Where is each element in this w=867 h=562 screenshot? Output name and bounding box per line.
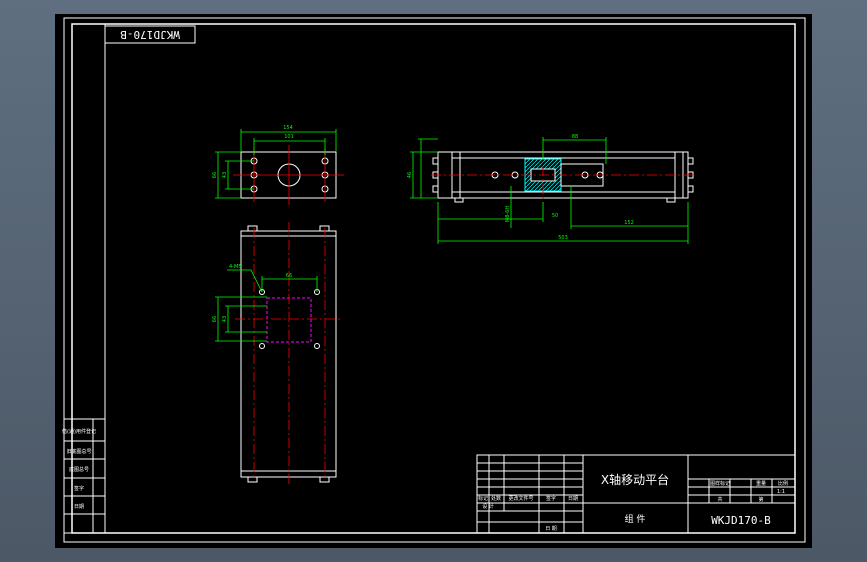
tb-right-label-0: 图样标记 bbox=[710, 480, 730, 487]
left-registration-table bbox=[63, 418, 106, 534]
tb-right-label-1: 重量 bbox=[756, 480, 766, 487]
tb-subtitle: 组 件 bbox=[625, 513, 646, 525]
tb-sheet-num: 第 bbox=[758, 496, 763, 503]
top-width-inner: 101 bbox=[284, 134, 294, 140]
side-dim-h: 66 bbox=[286, 273, 292, 279]
left-table-cell-2: 底图总号 bbox=[69, 466, 89, 473]
code-box-rotated: WKJD170-B bbox=[104, 25, 196, 44]
tb-sheet-total: 共 bbox=[717, 496, 722, 503]
tb-code: WKJD170-B bbox=[711, 514, 771, 527]
side-dim-v-inner: 43 bbox=[222, 316, 228, 322]
tb-label-doc: 更改文件号 bbox=[508, 495, 533, 502]
front-view: 88 46 50 152 503 M8-6H bbox=[407, 134, 695, 244]
top-view: 154 101 66 43 bbox=[212, 125, 344, 205]
top-height-inner: 43 bbox=[222, 172, 228, 178]
top-width-outer: 154 bbox=[283, 125, 293, 131]
side-dim-v-outer: 66 bbox=[212, 316, 218, 322]
cad-drawing-canvas[interactable]: WKJD170-B 154 101 66 43 66 66 43 4-M5 88… bbox=[55, 14, 812, 548]
left-table-cell-1: 旧底图总号 bbox=[66, 448, 91, 455]
front-dim-top: 88 bbox=[572, 134, 578, 140]
left-table-cell-4: 日期 bbox=[74, 504, 84, 510]
tb-label-count: 处数 bbox=[491, 495, 501, 502]
left-table-cell-0: 借(通)用件登记 bbox=[62, 428, 96, 435]
drawing-svg: WKJD170-B 154 101 66 43 66 66 43 4-M5 88… bbox=[62, 17, 806, 543]
tb-date-label: 日 期 bbox=[545, 526, 557, 532]
tb-right-label-2: 比例 bbox=[778, 480, 788, 487]
tb-label-sign: 签字 bbox=[546, 495, 556, 502]
side-view: 66 66 43 4-M5 bbox=[212, 222, 343, 484]
front-dim-left: 46 bbox=[407, 172, 413, 178]
front-dim-inner: 50 bbox=[552, 213, 558, 219]
left-table-cell-3: 签字 bbox=[74, 485, 84, 492]
side-callout: 4-M5 bbox=[229, 264, 241, 270]
tb-label-date: 日期 bbox=[568, 496, 578, 502]
tb-scale: 1:1 bbox=[777, 489, 785, 495]
tb-title: X轴移动平台 bbox=[601, 472, 669, 487]
front-thread: M8-6H bbox=[505, 206, 511, 222]
sheet-frame bbox=[63, 17, 806, 543]
front-dim-right: 152 bbox=[624, 220, 634, 226]
front-dim-total: 503 bbox=[558, 235, 568, 241]
top-height-outer: 66 bbox=[212, 172, 218, 178]
code-rotated-text: WKJD170-B bbox=[120, 28, 180, 41]
tb-designer: 设 计 bbox=[482, 503, 494, 510]
tb-label-mark: 标记 bbox=[478, 495, 488, 502]
